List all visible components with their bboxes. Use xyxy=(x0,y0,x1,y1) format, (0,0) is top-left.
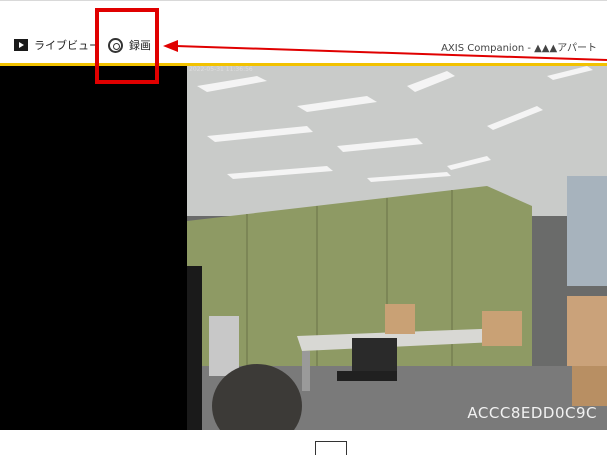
camera-image xyxy=(187,66,607,430)
panel-toggle-handle[interactable] xyxy=(315,441,347,455)
bottom-panel xyxy=(0,430,607,455)
camera-id-label: ACCC8EDD0C9C xyxy=(467,404,597,422)
annotation-arrow xyxy=(163,40,607,61)
camera-feed[interactable]: 2022-05-31 11:36:56 ACCC8EDD0C9C xyxy=(187,66,607,430)
